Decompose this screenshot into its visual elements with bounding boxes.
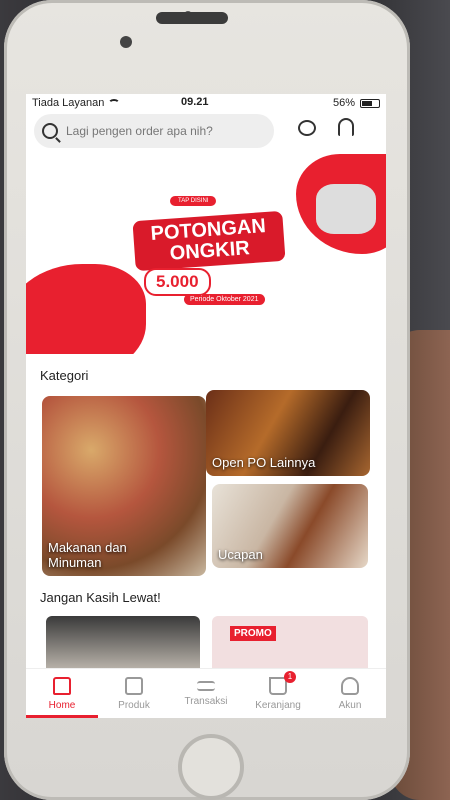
tab-label: Transaksi — [184, 695, 228, 707]
promo-period: Periode Oktober 2021 — [184, 294, 265, 305]
product-card[interactable] — [46, 616, 200, 676]
tab-produk[interactable]: Produk — [98, 669, 170, 718]
section-title-jangan: Jangan Kasih Lewat! — [40, 590, 161, 605]
search-icon — [42, 123, 58, 139]
promo-banner[interactable]: TAP DISINI POTONGAN ONGKIR 5.000 Periode… — [26, 154, 386, 354]
clock: 09.21 — [181, 96, 209, 108]
promo-tag: TAP DISINI — [170, 196, 217, 206]
banner-splash — [26, 264, 146, 354]
store-icon — [125, 676, 143, 695]
home-button[interactable] — [178, 734, 244, 800]
promo-label: PROMO — [230, 626, 276, 641]
front-camera — [120, 36, 132, 48]
bell-icon[interactable] — [338, 118, 354, 136]
category-open-po[interactable]: Open PO Lainnya — [206, 390, 370, 476]
earpiece — [156, 12, 228, 24]
app-screen: Tiada Layanan 09.21 56% Lagi pengen orde… — [26, 94, 386, 718]
tab-label: Akun — [338, 699, 362, 711]
home-icon — [53, 676, 71, 695]
product-card[interactable]: PROMO — [212, 616, 368, 676]
tab-label: Keranjang — [255, 699, 301, 711]
category-label: Ucapan — [218, 547, 263, 562]
tab-akun[interactable]: Akun — [314, 669, 386, 718]
carrier-label: Tiada Layanan — [32, 97, 105, 109]
section-title-kategori: Kategori — [40, 368, 89, 383]
banner-splash — [316, 184, 376, 234]
promo-amount: 5.000 — [144, 268, 211, 296]
swap-icon — [197, 680, 215, 691]
status-bar: Tiada Layanan 09.21 56% — [26, 94, 386, 112]
promo-title: POTONGAN ONGKIR — [132, 210, 286, 272]
tab-transaksi[interactable]: Transaksi — [170, 669, 242, 718]
category-label: Makanan dan Minuman — [48, 540, 127, 570]
tab-label: Produk — [118, 699, 150, 711]
active-tab-indicator — [26, 715, 98, 718]
category-food[interactable]: Makanan dan Minuman — [42, 396, 206, 576]
tab-keranjang[interactable]: 1 Keranjang — [242, 669, 314, 718]
phone-body: Tiada Layanan 09.21 56% Lagi pengen orde… — [4, 0, 410, 800]
chat-icon[interactable] — [298, 120, 316, 136]
search-placeholder: Lagi pengen order apa nih? — [66, 124, 213, 138]
category-ucapan[interactable]: Ucapan — [212, 484, 368, 568]
category-label: Open PO Lainnya — [212, 455, 316, 470]
user-icon — [341, 676, 359, 695]
cart-badge: 1 — [284, 671, 296, 683]
bottom-tab-bar: Home Produk Transaksi 1 Keranjang Akun — [26, 668, 386, 718]
tab-home[interactable]: Home — [26, 669, 98, 718]
tab-label: Home — [48, 699, 76, 711]
battery-icon — [360, 98, 380, 108]
battery-percent: 56% — [332, 97, 355, 109]
search-input[interactable]: Lagi pengen order apa nih? — [34, 114, 274, 148]
wifi-icon — [108, 98, 121, 108]
